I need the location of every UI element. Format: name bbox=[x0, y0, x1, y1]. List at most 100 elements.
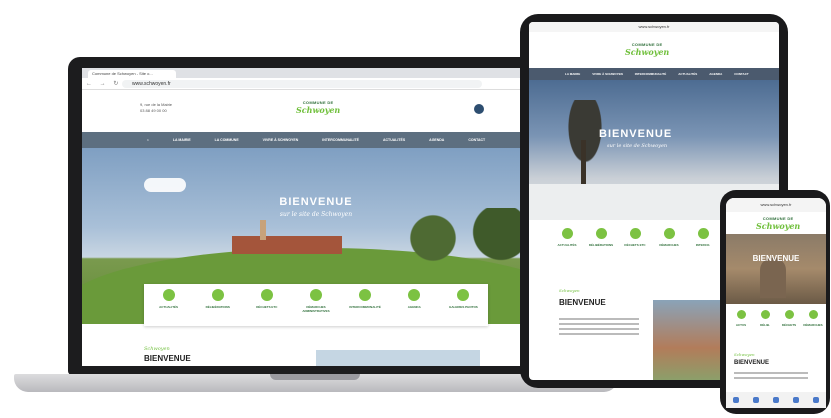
forward-icon[interactable] bbox=[753, 397, 759, 403]
tablet-site-header: COMMUNE DE Schwoyen bbox=[529, 32, 779, 68]
tablet-menu-item[interactable]: AGENDA bbox=[709, 72, 722, 76]
phone-url-bar[interactable]: www.schwoyen.fr bbox=[726, 198, 826, 212]
welcome-section: Schwoyen BIENVENUE bbox=[82, 330, 550, 366]
menu-item-mairie[interactable]: LA MAIRIE bbox=[173, 138, 191, 142]
quick-link[interactable]: DÉCHETS ETC bbox=[621, 228, 649, 260]
phone-welcome-title: BIENVENUE bbox=[734, 360, 770, 366]
menu-item-commune[interactable]: LA COMMUNE bbox=[215, 138, 239, 142]
tablet-menu-item[interactable]: LA MAIRIE bbox=[565, 72, 580, 76]
menu-item-actualites[interactable]: ACTUALITÉS bbox=[383, 138, 405, 142]
quick-link-icon bbox=[629, 228, 641, 239]
quick-link-label: DÉLIB. bbox=[760, 323, 770, 327]
tablet-logo[interactable]: COMMUNE DE Schwoyen bbox=[625, 42, 669, 57]
tablet-menu: LA MAIRIE VIVRE À SCHWOYEN INTERCOMMUNAL… bbox=[529, 68, 779, 80]
welcome-image bbox=[316, 350, 480, 366]
welcome-tag: Schwoyen bbox=[144, 346, 170, 352]
quick-link-icon bbox=[211, 289, 224, 301]
phone-hero-title: BIENVENUE bbox=[752, 254, 800, 263]
quick-link[interactable]: DÉCHETS bbox=[778, 310, 800, 338]
tablet-url-bar[interactable]: www.schwoyen.fr bbox=[529, 22, 779, 32]
url-field[interactable]: www.schwoyen.fr bbox=[122, 80, 482, 88]
share-icon[interactable] bbox=[773, 397, 779, 403]
tablet-menu-item[interactable]: INTERCOMMUNALITÉ bbox=[635, 72, 667, 76]
cloud-shape bbox=[144, 178, 186, 192]
back-icon[interactable] bbox=[733, 397, 739, 403]
quick-links-bar: ACTUALITÉS DÉLIBÉRATIONS DÉCHETS ETC DÉM… bbox=[144, 284, 488, 326]
quick-link[interactable]: ACTUALITÉS bbox=[553, 228, 581, 260]
phone-hero: BIENVENUE bbox=[726, 234, 826, 304]
quick-link[interactable]: DÉLIBÉRATIONS bbox=[587, 228, 615, 260]
quick-link-label: ACTUALITÉS bbox=[159, 305, 179, 309]
quick-link-icon bbox=[808, 310, 818, 319]
arch-shape bbox=[760, 258, 786, 298]
quick-link[interactable]: INTERCO. bbox=[689, 228, 717, 260]
contact-info: 9, rue de la Mairie 03 88 49 00 00 bbox=[140, 102, 172, 114]
quick-link-icon bbox=[162, 289, 175, 301]
logo-main-text: Schwoyen bbox=[625, 47, 670, 57]
quick-link-label: ACTUALITÉS bbox=[557, 243, 577, 247]
village-shape bbox=[232, 236, 342, 254]
menu-item-vivre[interactable]: VIVRE À SCHWOYEN bbox=[263, 138, 299, 142]
logo-main-text: Schwoyen bbox=[756, 221, 801, 231]
quick-link-label: GALERIES PHOTOS bbox=[449, 305, 478, 309]
quick-link-icon bbox=[457, 289, 470, 301]
site-logo[interactable]: COMMUNE DE Schwoyen bbox=[296, 100, 340, 115]
quick-link-label: DÉLIBÉRATIONS bbox=[588, 243, 614, 247]
tablet-menu-item[interactable]: CONTACT bbox=[734, 72, 748, 76]
tablet-menu-item[interactable]: VIVRE À SCHWOYEN bbox=[592, 72, 623, 76]
search-icon[interactable] bbox=[474, 104, 484, 114]
quick-link-icon bbox=[784, 310, 794, 319]
quick-link-icon bbox=[408, 289, 421, 301]
quick-link[interactable]: INTERCOMMUNALITÉ bbox=[345, 289, 385, 309]
menu-item-intercommunalite[interactable]: INTERCOMMUNALITÉ bbox=[322, 138, 359, 142]
quick-link[interactable]: DÉCHETS ETC bbox=[247, 289, 287, 309]
quick-link-label: DÉMARCHES ADMINISTRATIVES bbox=[302, 305, 330, 313]
main-menu: ⌂ LA MAIRIE LA COMMUNE VIVRE À SCHWOYEN … bbox=[82, 132, 550, 148]
quick-link-icon bbox=[736, 310, 746, 319]
menu-item-home[interactable]: ⌂ bbox=[147, 138, 149, 142]
device-mockup-scene: Commune de Schwoyen - Site o... ← → ↻ ⌂ … bbox=[0, 0, 831, 418]
tablet-welcome-image bbox=[653, 300, 723, 380]
quick-link-label: DÉCHETS ETC bbox=[624, 243, 646, 247]
tablet-menu-item[interactable]: ACTUALITÉS bbox=[678, 72, 697, 76]
menu-item-contact[interactable]: CONTACT bbox=[468, 138, 485, 142]
quick-link-icon bbox=[760, 310, 770, 319]
quick-link[interactable]: DÉLIB. bbox=[754, 310, 776, 338]
quick-link-label: INTERCOMMUNALITÉ bbox=[349, 305, 381, 309]
phone-text-lines bbox=[734, 372, 808, 382]
quick-link-label: DÉLIBÉRATIONS bbox=[205, 305, 230, 309]
tablet-welcome-title: BIENVENUE bbox=[559, 298, 606, 307]
quick-link-icon bbox=[595, 228, 607, 239]
quick-link[interactable]: DÉMARCHES bbox=[655, 228, 683, 260]
quick-link[interactable]: AGENDA bbox=[394, 289, 434, 309]
quick-link[interactable]: ACTUS bbox=[730, 310, 752, 338]
quick-link-icon bbox=[561, 228, 573, 239]
menu-item-agenda[interactable]: AGENDA bbox=[429, 138, 444, 142]
phone-quick-links: ACTUS DÉLIB. DÉCHETS DÉMARCHES bbox=[726, 304, 826, 338]
quick-link-label: DÉCHETS bbox=[781, 323, 797, 327]
quick-link-icon bbox=[697, 228, 709, 239]
quick-link[interactable]: DÉMARCHES ADMINISTRATIVES bbox=[296, 289, 336, 313]
welcome-title: BIENVENUE bbox=[144, 354, 191, 363]
quick-link[interactable]: ACTUALITÉS bbox=[149, 289, 189, 309]
quick-link[interactable]: DÉMARCHES bbox=[802, 310, 824, 338]
phone-browser-toolbar bbox=[726, 392, 826, 408]
logo-main-text: Schwoyen bbox=[296, 105, 341, 115]
quick-link[interactable]: GALERIES PHOTOS bbox=[443, 289, 483, 309]
phone-logo[interactable]: COMMUNE DE Schwoyen bbox=[756, 216, 800, 231]
phone-site-header: COMMUNE DE Schwoyen bbox=[726, 212, 826, 234]
quick-link-icon bbox=[663, 228, 675, 239]
browser-tab[interactable]: Commune de Schwoyen - Site o... bbox=[88, 70, 176, 78]
laptop-screen: Commune de Schwoyen - Site o... ← → ↻ ⌂ … bbox=[82, 68, 550, 366]
quick-link-label: ACTUS bbox=[735, 323, 747, 327]
phone-welcome-tag: Schwoyen bbox=[734, 352, 755, 357]
quick-link-icon bbox=[260, 289, 273, 301]
tablet-hero-title: BIENVENUE bbox=[599, 128, 673, 140]
tabs-icon[interactable] bbox=[813, 397, 819, 403]
tablet-hero-subtitle: sur le site de Schwoyen bbox=[607, 143, 668, 149]
quick-link-label: INTERCO. bbox=[695, 243, 711, 247]
quick-link-label: DÉCHETS ETC bbox=[256, 305, 278, 309]
bookmarks-icon[interactable] bbox=[793, 397, 799, 403]
quick-link-label: DÉMARCHES bbox=[659, 243, 679, 247]
quick-link[interactable]: DÉLIBÉRATIONS bbox=[198, 289, 238, 309]
